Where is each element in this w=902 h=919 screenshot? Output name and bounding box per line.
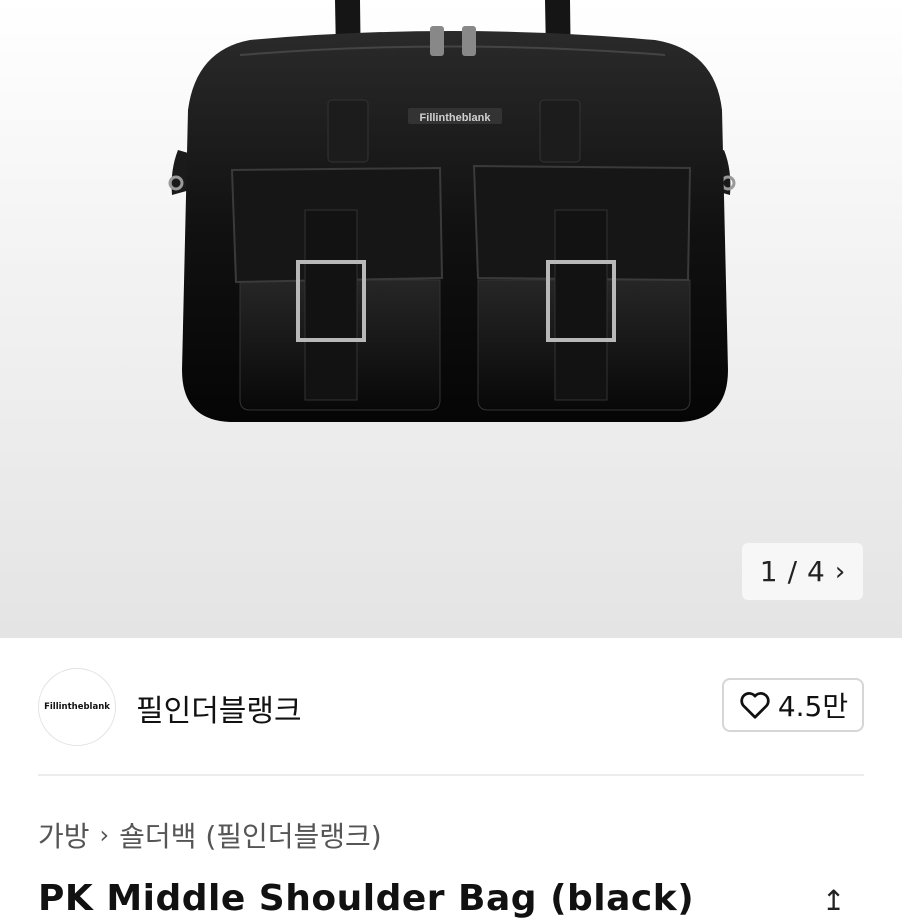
breadcrumb-category[interactable]: 가방 <box>38 815 90 855</box>
bag-logo-text: Fillintheblank <box>420 112 492 124</box>
brand-logo-text: Fillintheblank <box>44 702 110 712</box>
current-image-number: 1 <box>759 555 778 588</box>
product-image-gallery[interactable]: Fillintheblank 1 / 4 › <box>0 0 902 638</box>
breadcrumb: 가방 › 숄더백 (필인더블랭크) <box>38 815 382 855</box>
like-count: 4.5만 <box>777 690 849 723</box>
chevron-right-icon: › <box>99 821 110 849</box>
breadcrumb-subcategory[interactable]: 숄더백 (필인더블랭크) <box>119 815 382 855</box>
share-icon[interactable]: ↥ <box>822 884 845 917</box>
divider <box>38 774 864 776</box>
brand-logo[interactable]: Fillintheblank <box>38 668 116 746</box>
chevron-right-icon[interactable]: › <box>835 557 845 587</box>
total-image-number: 4 <box>807 555 825 588</box>
counter-separator: / <box>787 555 798 588</box>
heart-icon <box>740 692 770 719</box>
like-button[interactable]: 4.5만 <box>722 678 864 732</box>
brand-row: Fillintheblank 필인더블랭크 4.5만 <box>38 668 864 746</box>
brand-name[interactable]: 필인더블랭크 <box>136 686 302 730</box>
product-title: PK Middle Shoulder Bag (black) <box>38 878 695 919</box>
image-counter[interactable]: 1 / 4 › <box>742 543 863 600</box>
